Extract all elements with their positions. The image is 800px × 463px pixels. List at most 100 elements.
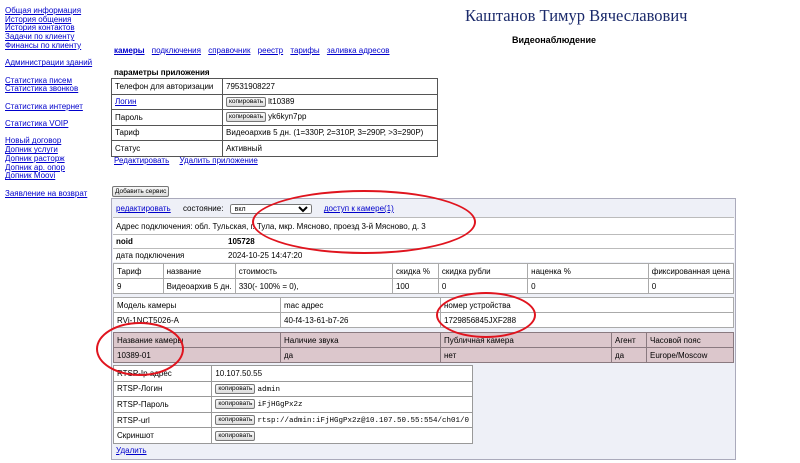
app-params-table: Телефон для авторизации 79531908227 Логи… <box>111 78 438 157</box>
copy-rtsp-login-button[interactable]: копировать <box>215 383 256 394</box>
tab-reference[interactable]: справочник <box>208 46 250 55</box>
sidebar-link[interactable]: Статистика VOIP <box>5 119 105 129</box>
camera-col-header: mac адрес <box>280 297 441 313</box>
tariff-value: Видеоархив 5 дн. (1=330Р, 2=310Р, 3=290Р… <box>222 124 438 141</box>
password-value: yk6kyn7pp <box>268 112 307 122</box>
connection-address: Адрес подключения: обл. Тульская, г. Тул… <box>116 221 426 231</box>
rtsp-login-value: admin <box>257 385 280 394</box>
camera-settings-header-row: Название камеры Наличие звука Публичная … <box>113 332 734 348</box>
camera-col-header: Модель камеры <box>113 297 281 313</box>
sidebar-link[interactable]: Статистика звонков <box>5 85 105 94</box>
camera-settings-col-header: Наличие звука <box>280 332 441 348</box>
sidebar-link[interactable]: Заявление на возврат <box>5 189 105 199</box>
copy-password-button[interactable]: копировать <box>226 112 267 123</box>
tariff-col-header: Тариф <box>113 263 164 279</box>
rtsp-table: RTSP-Ip адрес 10.107.50.55 RTSP-Логин ко… <box>112 365 473 444</box>
noid-row: noid 105728 <box>113 234 734 248</box>
app-params-title: параметры приложения <box>114 68 210 77</box>
camera-row: RVi-1NCT5026-A 40-f4-13-61-b7-26 1729856… <box>113 312 734 328</box>
tariff-header-row: Тариф название стоимость скидка % скидка… <box>113 263 735 279</box>
add-service-button[interactable]: Добавить сервис <box>112 186 170 197</box>
camera-table: Модель камеры mac адрес номер устройства… <box>113 297 734 328</box>
rtsp-login-label: RTSP-Логин <box>112 380 213 398</box>
copy-login-button[interactable]: копировать <box>226 96 267 107</box>
rtsp-url-value: rtsp://admin:iFjHGgPx2z@10.107.50.55:554… <box>257 417 469 426</box>
rtsp-url-label: RTSP-url <box>112 411 213 429</box>
tariff-col-header: скидка % <box>391 263 439 279</box>
camera-col-header: номер устройства <box>440 297 734 313</box>
tariff-row: 9 Видеоархив 5 дн. 330(- 100% = 0), 100 … <box>113 278 735 294</box>
tariff-col-header: стоимость <box>234 263 393 279</box>
rtsp-password-label: RTSP-Пароль <box>112 396 213 413</box>
tabs-nav: камеры подключения справочник реестр тар… <box>114 46 395 55</box>
tariff-col-header: скидка рубли <box>437 263 529 279</box>
camera-access-link[interactable]: доступ к камере(1) <box>324 204 394 213</box>
date-value: 2024-10-25 14:47:20 <box>228 251 303 260</box>
tab-cameras[interactable]: камеры <box>114 46 145 55</box>
tariff-cell: 330(- 100% = 0), <box>234 278 393 294</box>
noid-label: noid <box>116 237 133 246</box>
copy-screenshot-button[interactable]: копировать <box>215 430 256 441</box>
phone-value: 79531908227 <box>222 78 438 95</box>
client-name-title: Каштанов Тимур Вячеславович <box>465 6 688 25</box>
state-select[interactable]: вкл <box>229 204 312 214</box>
camera-public: нет <box>440 347 612 363</box>
tariff-col-header: название <box>162 263 236 279</box>
delete-service-link[interactable]: Удалить <box>116 446 147 455</box>
date-row: дата подключения 2024-10-25 14:47:20 <box>113 248 734 262</box>
service-panel: редактировать состояние: вкл доступ к ка… <box>111 198 736 460</box>
camera-settings-col-header: Часовой пояс <box>646 332 734 348</box>
date-label: дата подключения <box>116 251 185 260</box>
copy-rtsp-password-button[interactable]: копировать <box>215 399 256 410</box>
camera-sound: да <box>280 347 441 363</box>
tariff-cell: 0 <box>527 278 649 294</box>
edit-app-link[interactable]: Редактировать <box>114 156 169 165</box>
tariff-cell: 9 <box>113 278 164 294</box>
tariff-cell: Видеоархив 5 дн. <box>162 278 236 294</box>
phone-label: Телефон для авторизации <box>111 78 223 95</box>
camera-timezone: Europe/Moscow <box>646 347 734 363</box>
login-link[interactable]: Логин <box>115 97 137 106</box>
tab-registry[interactable]: реестр <box>258 46 283 55</box>
camera-settings-col-header: Публичная камера <box>440 332 612 348</box>
screenshot-label: Скриншот <box>112 427 213 444</box>
status-label: Статус <box>111 140 223 157</box>
tariff-cell: 0 <box>647 278 735 294</box>
camera-settings-col-header: Агент <box>611 332 647 348</box>
camera-settings-table: Название камеры Наличие звука Публичная … <box>113 332 734 363</box>
tariff-cell: 0 <box>437 278 529 294</box>
camera-device-number: 1729856845JXF288 <box>440 312 734 328</box>
camera-settings-col-header: Название камеры <box>113 332 281 348</box>
sidebar-link[interactable]: Статистика интернет <box>5 102 105 112</box>
sidebar-link[interactable]: Допник Moovi <box>5 172 105 181</box>
copy-rtsp-url-button[interactable]: копировать <box>215 415 256 426</box>
camera-agent: да <box>611 347 647 363</box>
tariff-col-header: фиксированная цена <box>647 263 735 279</box>
tariff-col-header: наценка % <box>527 263 649 279</box>
noid-value: 105728 <box>228 237 255 246</box>
camera-settings-row: 10389-01 да нет да Europe/Moscow <box>113 347 734 363</box>
section-title: Видеонаблюдение <box>512 35 597 45</box>
sidebar-link[interactable]: Администрации зданий <box>5 58 105 68</box>
tab-address-upload[interactable]: заливка адресов <box>327 46 390 55</box>
camera-name: 10389-01 <box>113 347 281 363</box>
tab-connections[interactable]: подключения <box>152 46 201 55</box>
camera-mac: 40-f4-13-61-b7-26 <box>280 312 441 328</box>
delete-app-link[interactable]: Удалить приложение <box>180 156 258 165</box>
rtsp-ip-value: 10.107.50.55 <box>211 365 473 382</box>
edit-service-link[interactable]: редактировать <box>116 204 171 213</box>
password-label: Пароль <box>111 109 223 126</box>
tariff-label: Тариф <box>111 124 223 141</box>
address-row: Адрес подключения: обл. Тульская, г. Тул… <box>113 217 734 234</box>
tab-tariffs[interactable]: тарифы <box>290 46 319 55</box>
tariff-table: Тариф название стоимость скидка % скидка… <box>113 263 735 294</box>
camera-model: RVi-1NCT5026-A <box>113 312 281 328</box>
rtsp-ip-label: RTSP-Ip адрес <box>112 365 213 382</box>
tariff-cell: 100 <box>391 278 439 294</box>
sidebar: Общая информация История общения История к… <box>5 6 105 199</box>
camera-header-row: Модель камеры mac адрес номер устройства <box>113 297 734 313</box>
state-label: состояние: <box>182 204 224 214</box>
login-value: lt10389 <box>268 96 295 106</box>
status-value: Активный <box>222 140 438 157</box>
sidebar-link[interactable]: Финансы по клиенту <box>5 41 105 51</box>
